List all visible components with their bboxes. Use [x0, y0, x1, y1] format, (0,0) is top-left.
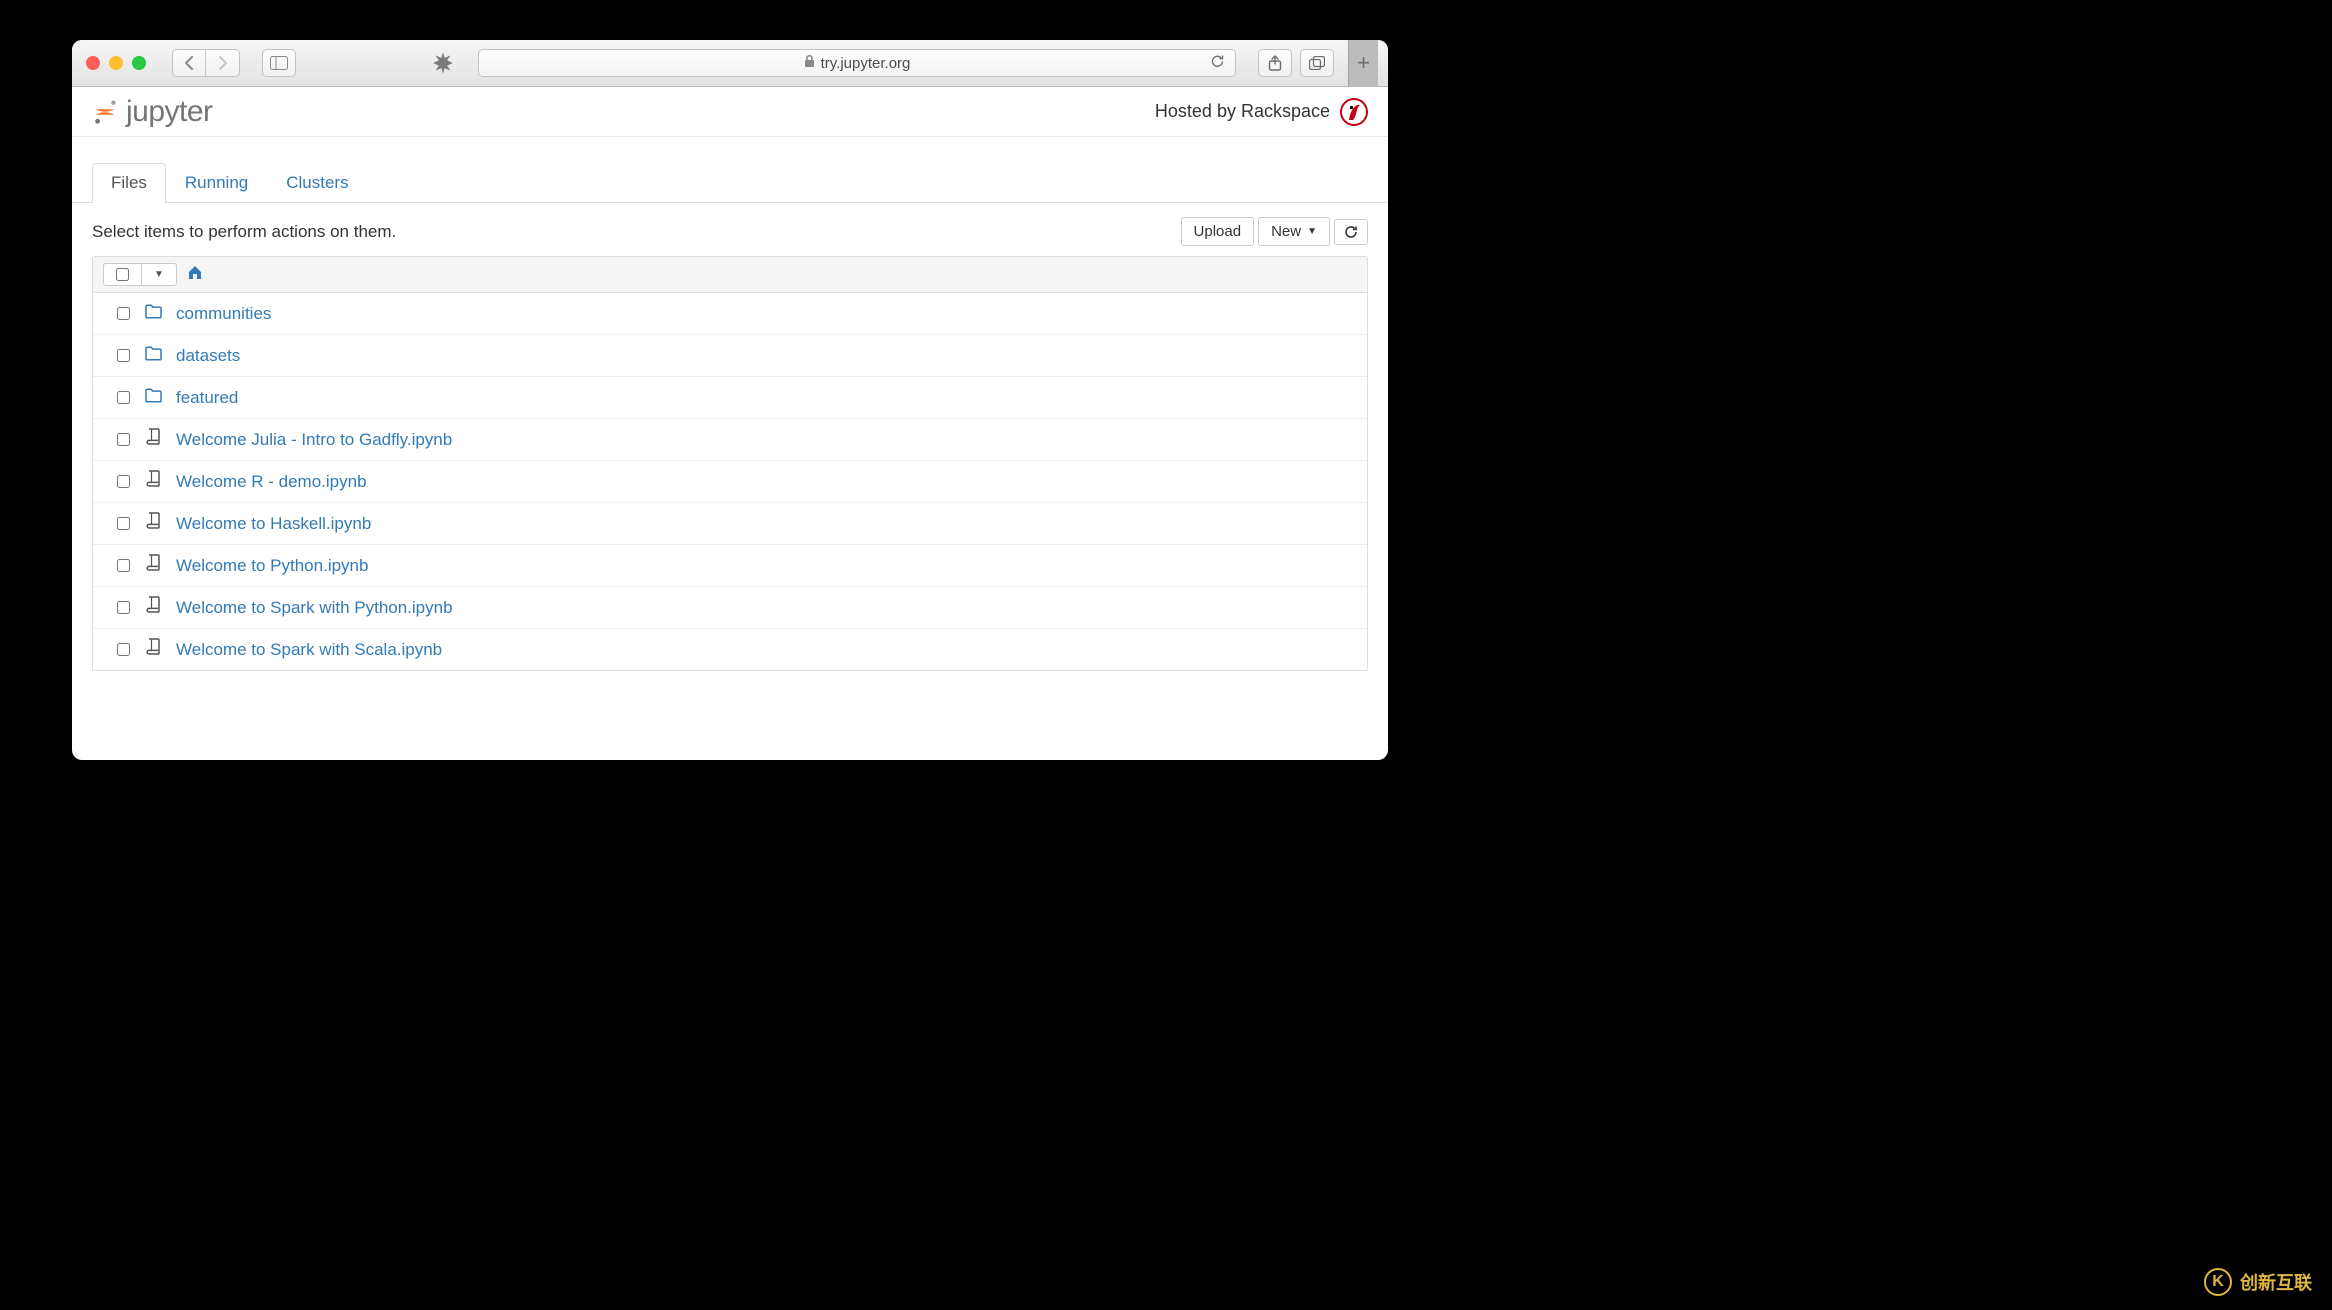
jupyter-logo-icon — [92, 99, 118, 125]
sidebar-icon — [270, 56, 288, 70]
share-icon — [1268, 55, 1282, 71]
plus-icon: + — [1357, 50, 1370, 76]
row-checkbox[interactable] — [117, 307, 130, 320]
minimize-window-button[interactable] — [109, 56, 123, 70]
row-checkbox[interactable] — [117, 643, 130, 656]
row-checkbox[interactable] — [117, 433, 130, 446]
browser-titlebar: try.jupyter.org + — [72, 40, 1388, 87]
hosted-label: Hosted by Rackspace — [1155, 101, 1330, 122]
row-checkbox[interactable] — [117, 559, 130, 572]
item-link[interactable]: featured — [176, 388, 238, 408]
list-item: communities — [93, 293, 1367, 335]
select-all-checkbox[interactable] — [104, 264, 141, 285]
nav-buttons — [172, 49, 240, 77]
item-link[interactable]: communities — [176, 304, 271, 324]
notebook-icon — [144, 428, 162, 451]
rackspace-icon — [1340, 98, 1368, 126]
caret-down-icon: ▼ — [154, 269, 164, 280]
home-icon — [187, 265, 203, 280]
dashboard-toolbar: Select items to perform actions on them.… — [72, 203, 1388, 256]
show-tabs-button[interactable] — [1300, 49, 1334, 77]
watermark-icon: K — [2204, 1268, 2232, 1296]
caret-down-icon: ▼ — [1307, 226, 1317, 237]
item-link[interactable]: Welcome to Spark with Scala.ipynb — [176, 640, 442, 660]
select-menu-button[interactable]: ▼ — [141, 264, 176, 285]
folder-icon — [144, 386, 162, 409]
new-tab-button[interactable]: + — [1348, 40, 1378, 87]
share-button[interactable] — [1258, 49, 1292, 77]
window-controls — [86, 56, 146, 70]
address-bar[interactable]: try.jupyter.org — [478, 49, 1236, 77]
refresh-button[interactable] — [1334, 219, 1368, 245]
watermark-text: 创新互联 — [2240, 1269, 2312, 1295]
notebook-icon — [144, 512, 162, 535]
extension-icon[interactable] — [430, 50, 456, 76]
asterisk-icon — [430, 50, 456, 76]
row-checkbox[interactable] — [117, 349, 130, 362]
list-item: Welcome to Spark with Scala.ipynb — [93, 629, 1367, 670]
close-window-button[interactable] — [86, 56, 100, 70]
list-item: Welcome Julia - Intro to Gadfly.ipynb — [93, 419, 1367, 461]
jupyter-logo[interactable]: jupyter — [92, 95, 213, 129]
chevron-right-icon — [218, 56, 228, 70]
file-list-header: ▼ — [93, 257, 1367, 293]
dashboard-tabs: FilesRunningClusters — [72, 163, 1388, 203]
list-item: Welcome to Haskell.ipynb — [93, 503, 1367, 545]
folder-icon — [144, 344, 162, 367]
tab-clusters[interactable]: Clusters — [267, 163, 367, 203]
tab-files[interactable]: Files — [92, 163, 166, 203]
chevron-left-icon — [184, 56, 194, 70]
item-link[interactable]: Welcome to Python.ipynb — [176, 556, 368, 576]
item-link[interactable]: Welcome to Spark with Python.ipynb — [176, 598, 453, 618]
zoom-window-button[interactable] — [132, 56, 146, 70]
notebook-icon — [144, 470, 162, 493]
new-button[interactable]: New ▼ — [1258, 217, 1330, 246]
upload-label: Upload — [1194, 223, 1242, 240]
toolbar-right — [1258, 49, 1334, 77]
browser-window: try.jupyter.org + jupyter — [72, 40, 1388, 760]
list-item: Welcome to Python.ipynb — [93, 545, 1367, 587]
notebook-icon — [144, 554, 162, 577]
list-item: Welcome R - demo.ipynb — [93, 461, 1367, 503]
item-link[interactable]: Welcome R - demo.ipynb — [176, 472, 367, 492]
reload-button[interactable] — [1210, 54, 1225, 73]
refresh-icon — [1344, 225, 1358, 239]
notebook-icon — [144, 638, 162, 661]
tab-running[interactable]: Running — [166, 163, 267, 203]
item-link[interactable]: Welcome to Haskell.ipynb — [176, 514, 371, 534]
lock-icon — [804, 55, 815, 71]
row-checkbox[interactable] — [117, 475, 130, 488]
jupyter-logo-text: jupyter — [126, 95, 213, 129]
row-checkbox[interactable] — [117, 391, 130, 404]
list-item: featured — [93, 377, 1367, 419]
new-label: New — [1271, 223, 1301, 240]
hosted-by[interactable]: Hosted by Rackspace — [1155, 98, 1368, 126]
list-item: Welcome to Spark with Python.ipynb — [93, 587, 1367, 629]
row-checkbox[interactable] — [117, 517, 130, 530]
app-header: jupyter Hosted by Rackspace — [72, 87, 1388, 137]
list-item: datasets — [93, 335, 1367, 377]
back-button[interactable] — [172, 49, 206, 77]
item-link[interactable]: datasets — [176, 346, 240, 366]
forward-button[interactable] — [206, 49, 240, 77]
selection-prompt: Select items to perform actions on them. — [92, 222, 396, 242]
breadcrumb-home[interactable] — [187, 265, 203, 285]
select-all-group: ▼ — [103, 263, 177, 286]
folder-icon — [144, 302, 162, 325]
show-sidebar-button[interactable] — [262, 49, 296, 77]
watermark: K 创新互联 — [2204, 1268, 2312, 1296]
notebook-icon — [144, 596, 162, 619]
file-list: ▼ communities datasets featured Welcome Jul… — [92, 256, 1368, 671]
item-link[interactable]: Welcome Julia - Intro to Gadfly.ipynb — [176, 430, 452, 450]
upload-button[interactable]: Upload — [1181, 217, 1255, 246]
row-checkbox[interactable] — [117, 601, 130, 614]
address-url: try.jupyter.org — [821, 55, 911, 72]
reload-icon — [1210, 54, 1225, 69]
tabs-icon — [1309, 56, 1325, 70]
